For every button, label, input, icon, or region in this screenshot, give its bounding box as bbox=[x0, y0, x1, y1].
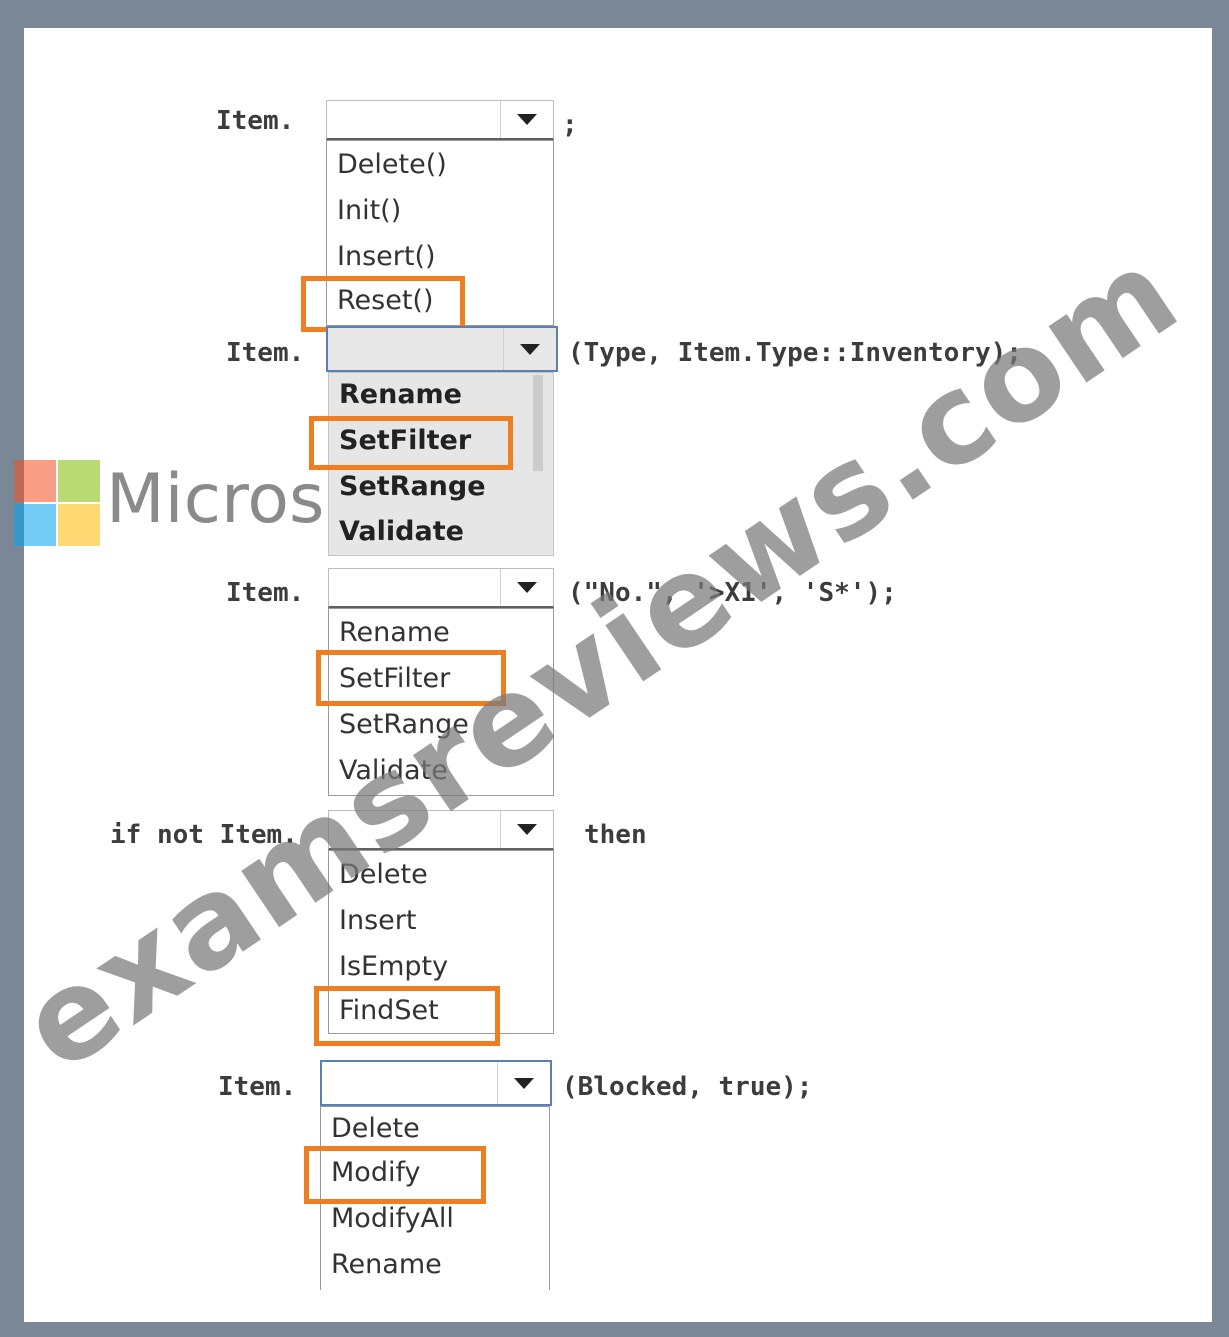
dropdown-5[interactable] bbox=[320, 1060, 552, 1106]
highlight-box-5 bbox=[304, 1146, 486, 1204]
highlight-box-1 bbox=[301, 276, 465, 332]
dropdown-toggle-3[interactable] bbox=[500, 569, 553, 606]
highlight-box-4 bbox=[314, 986, 500, 1046]
dropdown-2[interactable] bbox=[326, 326, 558, 372]
code-prefix-2: Item. bbox=[226, 338, 305, 368]
dropdown-1[interactable] bbox=[326, 100, 554, 140]
code-suffix-1: ; bbox=[562, 110, 578, 140]
option-3-1[interactable]: Rename bbox=[339, 617, 450, 648]
dropdown-toggle-5[interactable] bbox=[497, 1062, 550, 1104]
dropdown-toggle-2[interactable] bbox=[503, 328, 556, 370]
code-prefix-1: Item. bbox=[216, 106, 295, 136]
chevron-down-icon bbox=[520, 343, 540, 355]
logo-square-yellow bbox=[58, 504, 100, 546]
code-prefix-3: Item. bbox=[226, 578, 305, 608]
option-2-3[interactable]: SetRange bbox=[339, 471, 486, 502]
option-5-1[interactable]: Delete bbox=[331, 1113, 420, 1144]
logo-square-green bbox=[58, 460, 100, 502]
option-5-3[interactable]: ModifyAll bbox=[331, 1203, 454, 1234]
option-1-2[interactable]: Init() bbox=[337, 195, 401, 226]
highlight-box-2 bbox=[309, 416, 513, 470]
code-suffix-4: then bbox=[584, 820, 647, 850]
option-2-1[interactable]: Rename bbox=[339, 379, 462, 410]
option-1-3[interactable]: Insert() bbox=[337, 241, 436, 272]
logo-square-blue bbox=[14, 504, 56, 546]
chevron-down-icon bbox=[514, 1077, 534, 1089]
option-5-4[interactable]: Rename bbox=[331, 1249, 442, 1280]
chevron-down-icon bbox=[517, 582, 537, 593]
dropdown-toggle-4[interactable] bbox=[500, 811, 553, 848]
dropdown-toggle-1[interactable] bbox=[500, 101, 553, 138]
option-1-1[interactable]: Delete() bbox=[337, 149, 447, 180]
code-prefix-5: Item. bbox=[218, 1072, 297, 1102]
logo-square-red bbox=[14, 460, 56, 502]
chevron-down-icon bbox=[517, 824, 537, 835]
option-4-3[interactable]: IsEmpty bbox=[339, 951, 448, 982]
option-2-4[interactable]: Validate bbox=[339, 516, 464, 547]
chevron-down-icon bbox=[517, 114, 537, 125]
code-suffix-5: (Blocked, true); bbox=[562, 1072, 813, 1102]
dropdown-3[interactable] bbox=[328, 568, 554, 608]
